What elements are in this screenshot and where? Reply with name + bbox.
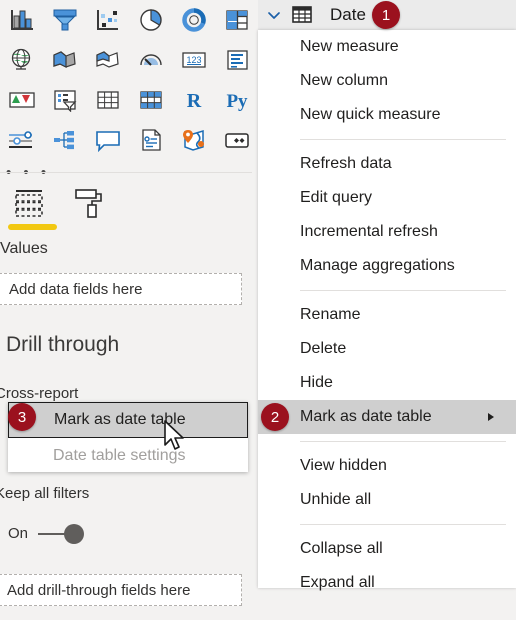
- python-visual-icon[interactable]: Py: [215, 80, 258, 120]
- decomposition-tree-icon[interactable]: [43, 120, 86, 160]
- card-number-icon[interactable]: 123: [172, 40, 215, 80]
- menu-separator: [300, 139, 506, 140]
- kpi-icon[interactable]: [0, 80, 43, 120]
- arcgis-map-icon[interactable]: [172, 120, 215, 160]
- smart-narrative-icon[interactable]: [129, 120, 172, 160]
- globe-map-icon[interactable]: [0, 40, 43, 80]
- scatter-chart-icon[interactable]: [86, 0, 129, 40]
- menu-separator: [300, 290, 506, 291]
- menu-item-unhide-all[interactable]: Unhide all: [258, 483, 516, 517]
- menu-item-mark-as-date-table[interactable]: Mark as date table: [258, 400, 516, 434]
- menu-item-rename[interactable]: Rename: [258, 298, 516, 332]
- visualization-gallery: 123 R Py • • •: [0, 0, 258, 180]
- donut-chart-icon[interactable]: [172, 0, 215, 40]
- menu-item-expand-all[interactable]: Expand all: [258, 566, 516, 600]
- menu-item-new-measure[interactable]: New measure: [258, 30, 516, 64]
- visualizations-pane: 123 R Py • • • Values Add data fields he…: [0, 0, 258, 620]
- chevron-right-icon: [488, 413, 494, 421]
- viz-gallery-row: 123: [0, 40, 258, 80]
- field-context-menu: New measure New column New quick measure…: [258, 30, 516, 591]
- gauge-chart-icon[interactable]: [129, 40, 172, 80]
- shape-map-icon[interactable]: [86, 40, 129, 80]
- viz-gallery-row: R Py: [0, 80, 258, 120]
- drill-through-title: Drill through: [6, 333, 120, 356]
- menu-item-edit-query[interactable]: Edit query: [258, 181, 516, 215]
- multi-row-card-icon[interactable]: [215, 40, 258, 80]
- menu-item-refresh-data[interactable]: Refresh data: [258, 147, 516, 181]
- cross-report-label: Cross-report: [0, 385, 79, 402]
- viz-gallery-row: [0, 120, 258, 160]
- field-name-label: Date: [330, 5, 366, 24]
- pie-chart-icon[interactable]: [129, 0, 172, 40]
- treemap-chart-icon[interactable]: [215, 0, 258, 40]
- menu-item-view-hidden[interactable]: View hidden: [258, 449, 516, 483]
- menu-separator: [300, 441, 506, 442]
- menu-separator: [300, 524, 506, 525]
- menu-item-label: Mark as date table: [300, 408, 432, 425]
- gallery-divider: [0, 172, 252, 173]
- qa-visual-icon[interactable]: [86, 120, 129, 160]
- table-grid-icon: [292, 6, 312, 23]
- menu-item-delete[interactable]: Delete: [258, 332, 516, 366]
- slicer-icon[interactable]: [43, 80, 86, 120]
- filled-map-icon[interactable]: [43, 40, 86, 80]
- mouse-cursor-icon: [164, 420, 184, 450]
- r-script-visual-icon[interactable]: R: [172, 80, 215, 120]
- matrix-icon[interactable]: [129, 80, 172, 120]
- table-icon[interactable]: [86, 80, 129, 120]
- keep-all-filters-label: Keep all filters: [0, 485, 90, 502]
- menu-item-manage-aggregations[interactable]: Manage aggregations: [258, 249, 516, 283]
- toggle-track: [38, 523, 85, 544]
- fields-pane-icon: [15, 190, 43, 217]
- chevron-down-icon[interactable]: [266, 7, 282, 23]
- paginated-report-icon[interactable]: [215, 120, 258, 160]
- menu-item-hide[interactable]: Hide: [258, 366, 516, 400]
- menu-item-new-column[interactable]: New column: [258, 64, 516, 98]
- toggle-knob: [64, 523, 85, 544]
- funnel-chart-icon[interactable]: [43, 0, 86, 40]
- pane-tab-strip: [0, 182, 258, 234]
- fields-tab[interactable]: [0, 182, 57, 234]
- step-badge-1: 1: [372, 1, 400, 29]
- viz-gallery-row: [0, 0, 258, 40]
- menu-item-collapse-all[interactable]: Collapse all: [258, 532, 516, 566]
- paint-roller-icon: [75, 189, 102, 218]
- stacked-bar-chart-icon[interactable]: [0, 0, 43, 40]
- step-badge-2: 2: [261, 403, 289, 431]
- menu-item-new-quick-measure[interactable]: New quick measure: [258, 98, 516, 132]
- format-tab[interactable]: [62, 182, 114, 234]
- menu-item-incremental-refresh[interactable]: Incremental refresh: [258, 215, 516, 249]
- drill-through-dropzone[interactable]: Add drill-through fields here: [0, 574, 242, 606]
- toggle-state-label: On: [8, 525, 29, 542]
- svg-text:Py: Py: [226, 91, 248, 112]
- values-dropzone[interactable]: Add data fields here: [0, 273, 242, 305]
- fields-tab-indicator: [8, 224, 57, 230]
- key-influencers-icon[interactable]: [0, 120, 43, 160]
- step-badge-3: 3: [8, 403, 36, 431]
- keep-all-filters-toggle[interactable]: On: [8, 523, 85, 544]
- values-section-label: Values: [0, 240, 48, 257]
- svg-text:123: 123: [186, 55, 201, 65]
- submenu-item-mark-as-date-table[interactable]: Mark as date table: [8, 402, 248, 438]
- submenu-item-date-table-settings: Date table settings: [53, 446, 186, 464]
- mark-as-date-table-submenu: Mark as date table Date table settings: [8, 402, 248, 472]
- svg-text:R: R: [186, 90, 201, 112]
